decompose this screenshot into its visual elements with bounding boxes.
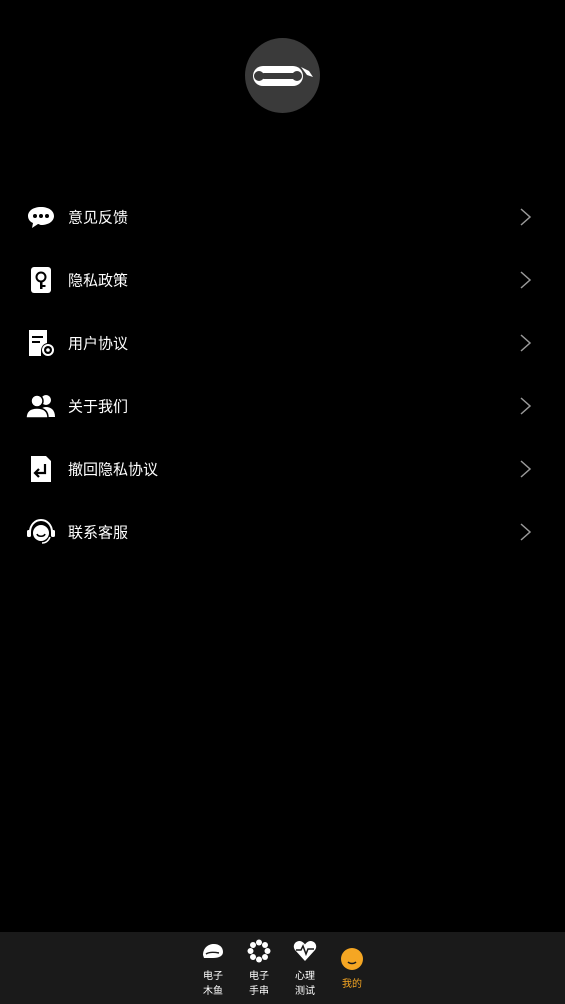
tab-bead-bracelet[interactable]: 电子 手串: [237, 932, 281, 1004]
smiley-face-icon: [341, 948, 363, 970]
tab-mine[interactable]: 我的: [330, 932, 374, 1004]
menu-item-privacy-policy[interactable]: 隐私政策: [0, 248, 565, 311]
tab-label: 我的: [342, 979, 362, 990]
chevron-right-icon: [520, 396, 532, 415]
tab-label-line1: 电子: [203, 971, 223, 982]
document-gear-icon: [26, 328, 56, 358]
menu-item-feedback[interactable]: 意见反馈: [0, 185, 565, 248]
menu-item-label: 隐私政策: [68, 271, 129, 289]
chat-bubble-icon: [26, 202, 56, 232]
wooden-fish-icon: [203, 944, 223, 958]
menu-item-label: 意见反馈: [68, 208, 129, 226]
tab-psych-test[interactable]: 心理 测试: [283, 932, 327, 1004]
bottom-tab-bar: 电子 木鱼 电子 手串 心理 测试 我的: [0, 932, 565, 1004]
chevron-right-icon: [520, 333, 532, 352]
tab-label-line1: 心理: [295, 971, 315, 982]
chevron-right-icon: [520, 459, 532, 478]
menu-item-about-us[interactable]: 关于我们: [0, 374, 565, 437]
avatar[interactable]: [245, 38, 320, 113]
tab-label-line2: 测试: [295, 986, 315, 997]
menu-item-label: 关于我们: [68, 397, 129, 415]
chevron-right-icon: [520, 207, 532, 226]
link-avatar-icon: [252, 65, 313, 86]
chevron-right-icon: [520, 522, 532, 541]
settings-menu: 意见反馈 隐私政策 用户协议 关于我们 撤回隐私协议 联系客服: [0, 185, 565, 563]
menu-item-revoke-privacy[interactable]: 撤回隐私协议: [0, 437, 565, 500]
tab-label-line2: 手串: [249, 986, 269, 997]
users-icon: [26, 391, 56, 421]
privacy-lock-icon: [26, 265, 56, 295]
menu-item-label: 联系客服: [68, 523, 129, 541]
tab-label-line2: 木鱼: [203, 986, 223, 997]
menu-item-label: 撤回隐私协议: [68, 460, 159, 478]
tab-wooden-fish[interactable]: 电子 木鱼: [191, 932, 235, 1004]
menu-item-label: 用户协议: [68, 334, 129, 352]
menu-item-contact-support[interactable]: 联系客服: [0, 500, 565, 563]
bead-bracelet-icon: [247, 939, 271, 963]
chevron-right-icon: [520, 270, 532, 289]
heart-pulse-icon: [293, 941, 317, 961]
document-return-icon: [26, 454, 56, 484]
headset-icon: [26, 517, 56, 547]
tab-label-line1: 电子: [249, 971, 269, 982]
menu-item-user-agreement[interactable]: 用户协议: [0, 311, 565, 374]
